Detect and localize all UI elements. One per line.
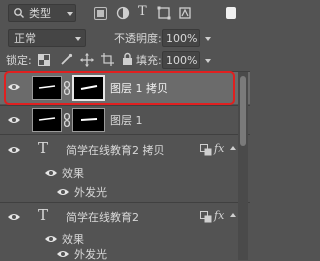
blend-bar: 正常 不透明度: 100% (0, 27, 250, 49)
visibility-eye-icon[interactable] (44, 168, 58, 178)
lock-bar: 锁定: 填充: 100% (0, 50, 250, 70)
effects-link-icon (200, 144, 212, 159)
collapse-effects-icon[interactable] (230, 146, 236, 150)
smart-object-filter-icon[interactable] (178, 6, 192, 23)
scrollbar-thumb[interactable] (240, 76, 246, 146)
collapse-effects-icon[interactable] (230, 213, 236, 217)
visibility-eye-icon[interactable] (7, 115, 21, 125)
selection-highlight (4, 71, 235, 105)
fill-label: 填充: (136, 54, 162, 67)
lock-pixels-icon[interactable] (60, 53, 73, 69)
visibility-eye-icon[interactable] (56, 249, 70, 259)
visibility-eye-icon[interactable] (7, 145, 21, 155)
effect-name[interactable]: 外发光 (74, 249, 107, 260)
effects-link-icon (200, 211, 212, 226)
search-icon (13, 7, 25, 22)
lock-position-icon[interactable] (80, 53, 94, 70)
blend-mode-dropdown[interactable]: 正常 (8, 29, 86, 47)
visibility-eye-icon[interactable] (44, 234, 58, 244)
filter-bar: 类型 T (0, 0, 250, 26)
text-layer-row[interactable]: T 简学在线教育2 fx (0, 203, 250, 231)
visibility-eye-icon[interactable] (56, 187, 70, 197)
layer-list: 图层 1 拷贝 图层 1 T 简学在线教育2 拷贝 fx 效果 外发光 T 简学… (0, 71, 250, 260)
fx-icon[interactable]: fx (214, 210, 224, 221)
visibility-eye-icon[interactable] (7, 212, 21, 222)
fx-icon[interactable]: fx (214, 143, 224, 154)
layer-name[interactable]: 图层 1 (110, 115, 143, 126)
layer-row[interactable]: 图层 1 拷贝 (0, 71, 250, 105)
opacity-field[interactable]: 100% (162, 29, 200, 47)
layer-mask-thumbnail[interactable] (72, 108, 105, 132)
chevron-down-icon (67, 12, 73, 16)
shape-filter-icon[interactable] (157, 6, 171, 23)
mask-link-icon[interactable] (64, 113, 70, 130)
layer-name[interactable]: 简学在线教育2 拷贝 (66, 145, 165, 156)
opacity-value: 100% (166, 32, 198, 45)
fill-slider-toggle[interactable] (205, 59, 211, 63)
text-layer-icon: T (38, 206, 49, 224)
type-filter-icon[interactable]: T (138, 5, 147, 18)
filter-toggle-icon[interactable] (226, 7, 236, 19)
layer-name[interactable]: 简学在线教育2 (66, 212, 139, 223)
fill-value: 100% (166, 54, 198, 67)
text-layer-row[interactable]: T 简学在线教育2 拷贝 fx (0, 135, 250, 165)
layer-list-scrollbar[interactable] (238, 72, 248, 260)
lock-all-icon[interactable] (122, 52, 133, 69)
effects-label: 效果 (62, 167, 84, 180)
lock-transparent-icon[interactable] (38, 54, 50, 69)
opacity-slider-toggle[interactable] (205, 37, 211, 41)
pixel-filter-icon[interactable] (94, 7, 107, 20)
blend-mode-value: 正常 (14, 32, 36, 45)
effects-group: 效果 外发光 (0, 165, 250, 201)
layer-thumbnail (32, 108, 62, 132)
chevron-down-icon (75, 37, 81, 41)
text-layer-icon: T (38, 139, 49, 157)
filter-type-label: 类型 (29, 7, 51, 20)
layer-row[interactable]: 图层 1 (0, 106, 250, 134)
filter-type-dropdown[interactable]: 类型 (8, 4, 76, 22)
lock-artboard-icon[interactable] (101, 53, 114, 69)
fill-field[interactable]: 100% (162, 51, 200, 69)
lock-label: 锁定: (6, 54, 32, 67)
effects-group: 效果 外发光 (0, 231, 250, 260)
opacity-label: 不透明度: (114, 32, 162, 45)
effect-name[interactable]: 外发光 (74, 187, 107, 198)
adjustment-filter-icon[interactable] (116, 6, 130, 23)
effects-label: 效果 (62, 233, 84, 246)
